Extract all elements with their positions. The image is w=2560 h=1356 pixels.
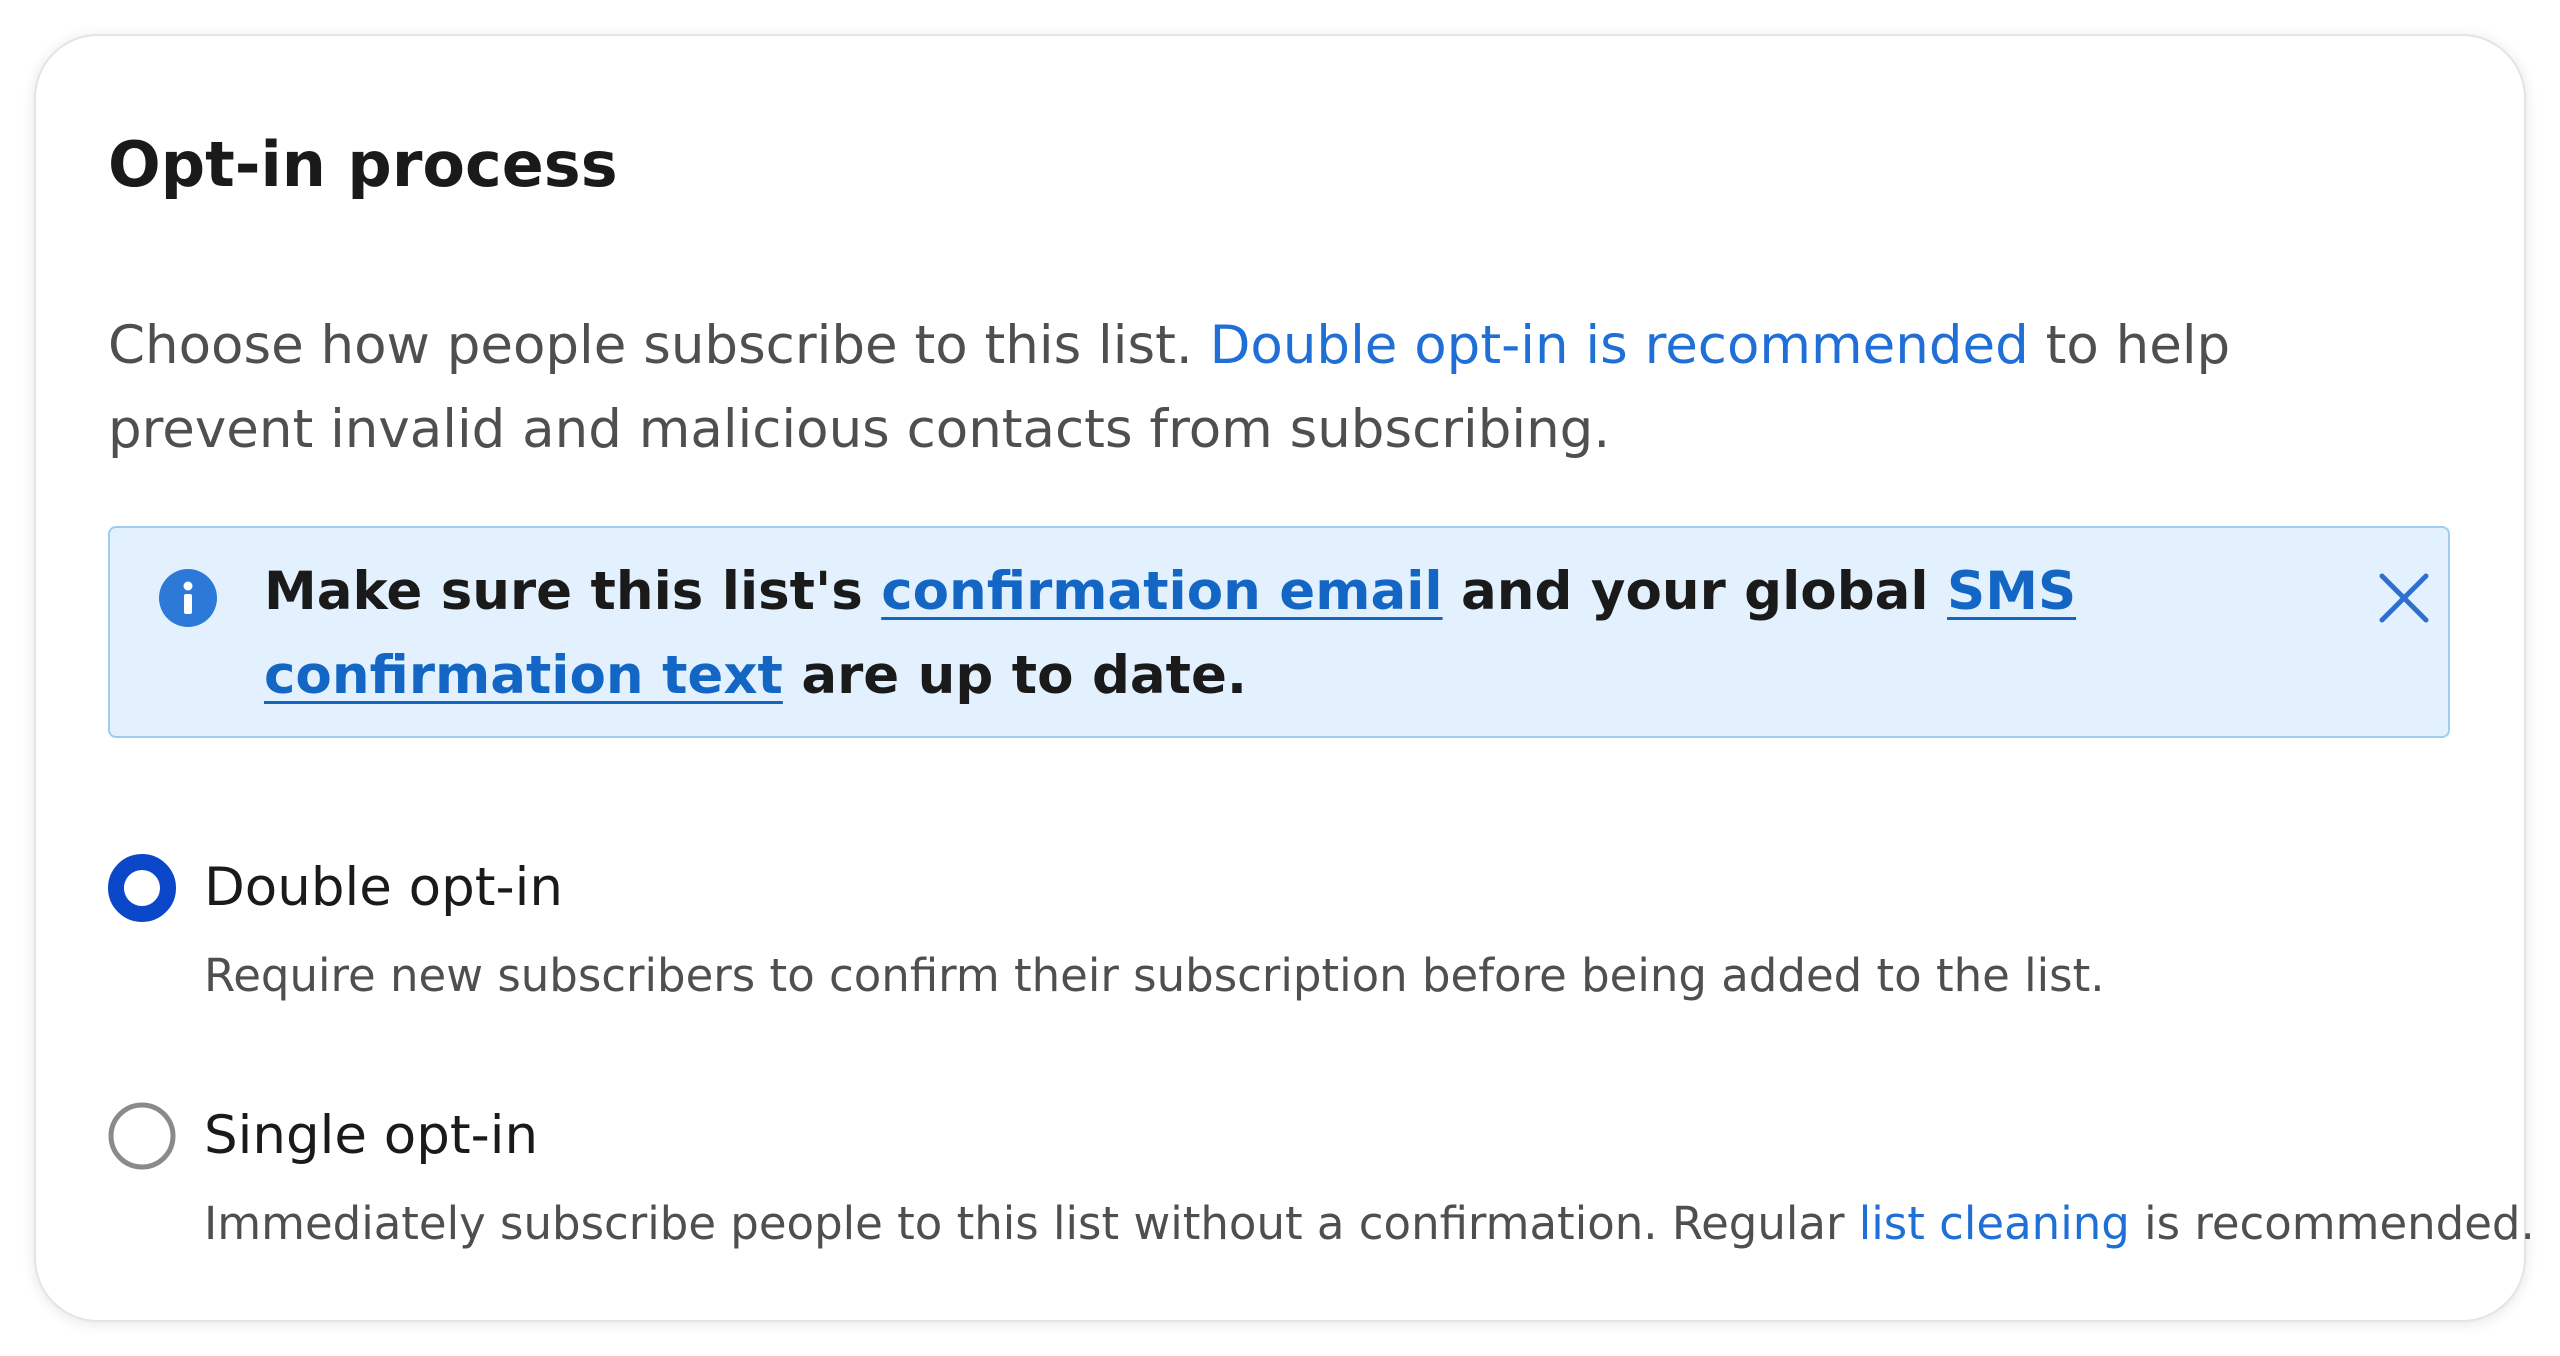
notice-text-end: are up to date. [782,645,1248,706]
notice-text-middle: and your global [1442,561,1948,622]
double-opt-in-description: Require new subscribers to confirm their… [204,949,2105,1002]
single-opt-in-radio[interactable] [108,1102,176,1170]
info-icon [159,569,217,627]
close-icon[interactable] [2372,566,2436,630]
single-opt-in-description: Immediately subscribe people to this lis… [204,1194,2535,1254]
description-text: Choose how people subscribe to this list… [108,315,1210,376]
double-opt-in-recommended-link[interactable]: Double opt-in is recommended [1210,315,2029,376]
single-opt-in-description-text: Immediately subscribe people to this lis… [204,1197,1859,1250]
section-description: Choose how people subscribe to this list… [108,304,2448,472]
info-notice: Make sure this list's confirmation email… [108,526,2450,738]
single-opt-in-label[interactable]: Single opt-in [204,1100,538,1172]
confirmation-email-link[interactable]: confirmation email [881,561,1442,622]
notice-text-start: Make sure this list's [264,561,882,622]
double-opt-in-radio[interactable] [108,854,176,922]
section-title: Opt-in process [108,128,618,201]
list-cleaning-link[interactable]: list cleaning [1859,1197,2130,1250]
double-opt-in-label[interactable]: Double opt-in [204,852,563,924]
notice-message: Make sure this list's confirmation email… [264,550,2164,718]
opt-in-card: Opt-in process Choose how people subscri… [34,34,2535,1322]
single-opt-in-description-end: is recommended. [2129,1197,2535,1250]
